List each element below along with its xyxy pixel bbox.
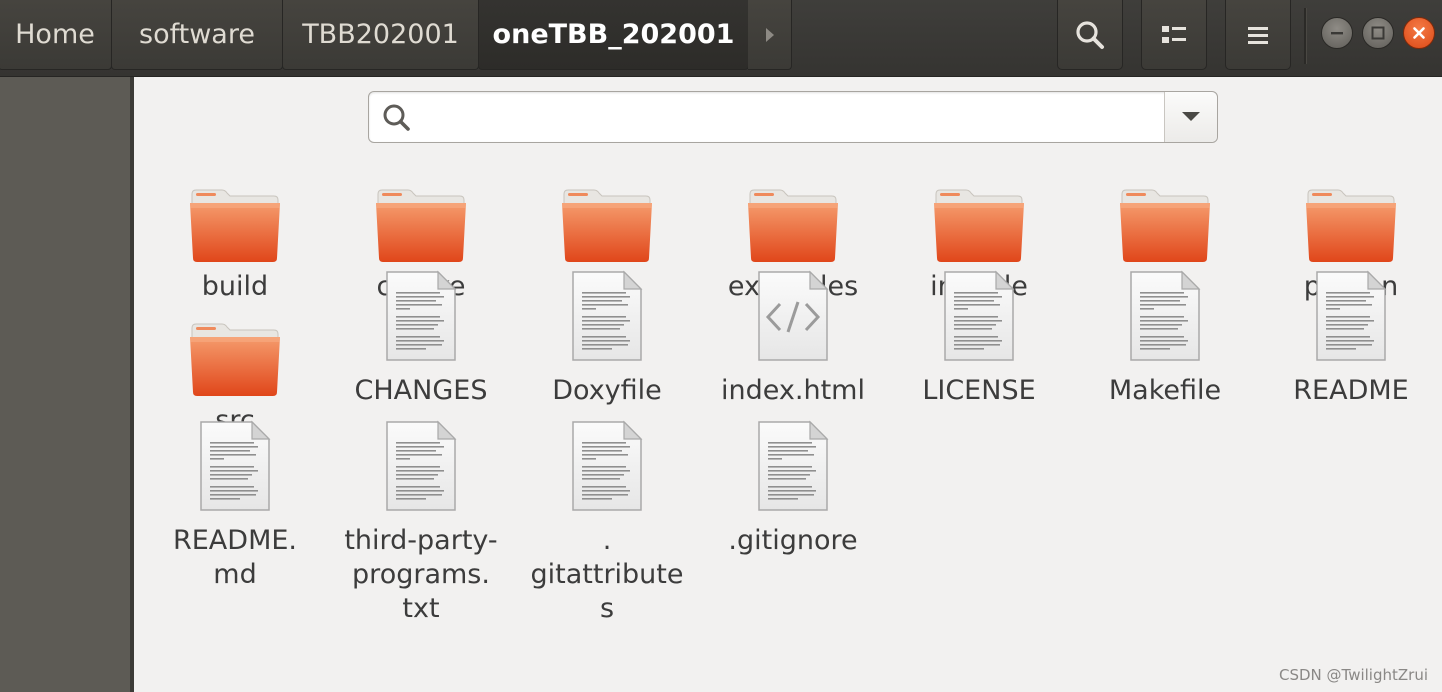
folder-icon — [1080, 184, 1250, 268]
minimize-icon — [1331, 32, 1343, 35]
file-item-index-html[interactable]: index.html — [708, 270, 878, 408]
watermark: CSDN @TwilightZrui — [1278, 666, 1428, 684]
item-label: build — [201, 271, 269, 302]
maximize-button[interactable] — [1362, 17, 1394, 49]
minimize-button[interactable] — [1321, 17, 1353, 49]
item-label: LICENSE — [922, 375, 1036, 406]
breadcrumb-tbb202001[interactable]: TBB202001 — [282, 0, 479, 70]
folder-icon — [336, 184, 506, 268]
folder-icon — [150, 184, 320, 268]
folder-icon — [1266, 184, 1436, 268]
breadcrumb-label: Home — [15, 19, 95, 50]
folder-icon — [894, 184, 1064, 268]
folder-icon — [522, 184, 692, 268]
breadcrumb-forward-button[interactable] — [748, 0, 792, 70]
text-file-icon — [894, 270, 1064, 366]
search-options-dropdown[interactable] — [1164, 92, 1217, 142]
text-file-icon — [150, 420, 320, 516]
item-label: .gitignore — [728, 525, 858, 556]
item-label: README — [1293, 375, 1409, 406]
close-button[interactable] — [1403, 17, 1435, 49]
menu-button[interactable] — [1225, 0, 1291, 70]
breadcrumb-label: TBB202001 — [302, 19, 459, 50]
search-button[interactable] — [1057, 0, 1123, 70]
text-file-icon — [522, 420, 692, 516]
item-label: README. md — [172, 525, 298, 590]
file-item-third-party-programs-txt[interactable]: third-party- programs. txt — [336, 420, 506, 626]
chevron-down-icon — [1182, 112, 1200, 121]
item-label: CHANGES — [354, 375, 488, 406]
text-file-icon — [1266, 270, 1436, 366]
file-item-readme[interactable]: README — [1266, 270, 1436, 408]
file-item-makefile[interactable]: Makefile — [1080, 270, 1250, 408]
header-bar: Home software TBB202001 oneTBB_202001 — [0, 0, 1442, 77]
sidebar[interactable] — [0, 77, 134, 692]
file-item-gitattributes[interactable]: . gitattribute s — [522, 420, 692, 626]
folder-item-build[interactable]: build — [150, 184, 320, 304]
search-icon — [381, 102, 413, 134]
close-icon — [1413, 27, 1425, 39]
folder-icon — [708, 184, 878, 268]
text-file-icon — [708, 420, 878, 516]
folder-icon — [150, 318, 320, 402]
chevron-right-icon — [765, 27, 774, 42]
search-icon — [1076, 20, 1104, 49]
item-label: Doxyfile — [552, 375, 662, 406]
header-separator — [1304, 8, 1307, 64]
file-item-gitignore[interactable]: .gitignore — [708, 420, 878, 558]
maximize-icon — [1371, 26, 1385, 40]
breadcrumb-home[interactable]: Home — [0, 0, 112, 70]
item-label: . gitattribute s — [530, 525, 684, 624]
text-file-icon — [336, 270, 506, 366]
search-input[interactable] — [421, 100, 1155, 136]
search-bar[interactable] — [368, 91, 1218, 143]
html-file-icon — [708, 270, 878, 366]
file-item-readme-md[interactable]: README. md — [150, 420, 320, 592]
item-label: third-party- programs. txt — [344, 525, 498, 624]
view-toggle-icon — [1162, 25, 1186, 43]
breadcrumb-label: software — [139, 19, 255, 50]
menu-icon — [1248, 26, 1268, 44]
file-item-changes[interactable]: CHANGES — [336, 270, 506, 408]
text-file-icon — [1080, 270, 1250, 366]
item-label: index.html — [721, 375, 865, 406]
item-label: Makefile — [1108, 375, 1222, 406]
breadcrumb-label: oneTBB_202001 — [492, 19, 735, 50]
file-item-license[interactable]: LICENSE — [894, 270, 1064, 408]
breadcrumb-onetbb-current[interactable]: oneTBB_202001 — [478, 0, 749, 70]
view-toggle-button[interactable] — [1141, 0, 1207, 70]
breadcrumb-software[interactable]: software — [111, 0, 283, 70]
file-item-doxyfile[interactable]: Doxyfile — [522, 270, 692, 408]
text-file-icon — [336, 420, 506, 516]
text-file-icon — [522, 270, 692, 366]
